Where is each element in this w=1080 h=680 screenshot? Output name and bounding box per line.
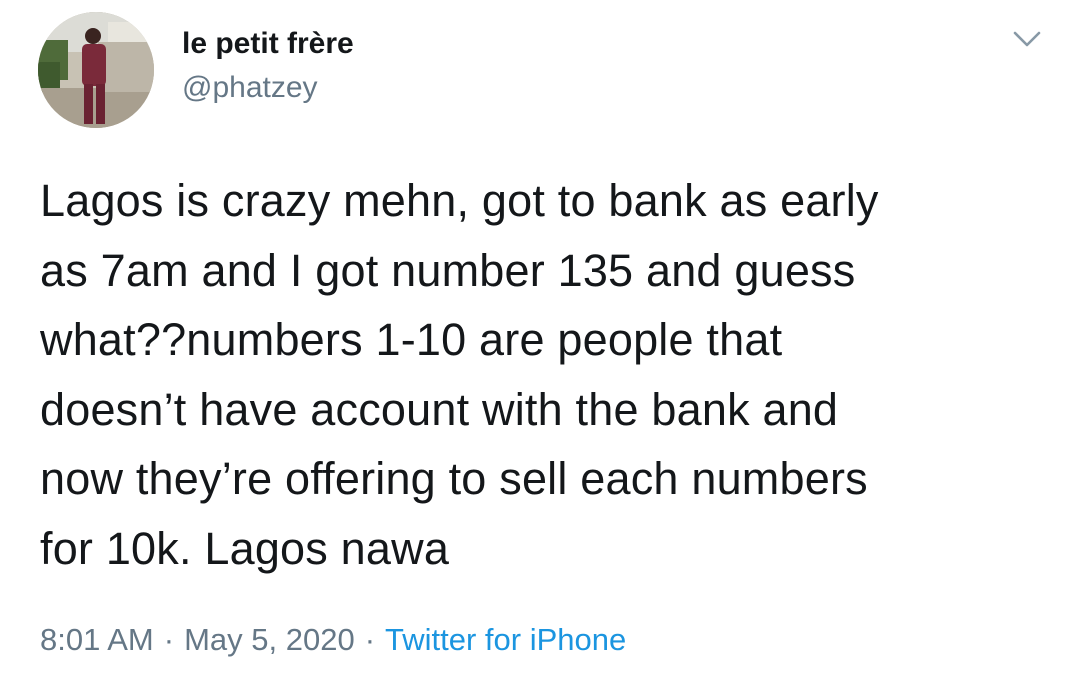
tweet-text-line: for 10k. Lagos nawa bbox=[40, 522, 450, 574]
user-handle[interactable]: @phatzey bbox=[182, 70, 354, 106]
avatar[interactable] bbox=[38, 12, 154, 128]
meta-separator: · bbox=[364, 622, 376, 657]
chevron-down-icon[interactable] bbox=[1012, 28, 1042, 50]
tweet-text-line: as 7am and I got number 135 and guess bbox=[40, 244, 856, 296]
tweet-time[interactable]: 8:01 AM bbox=[40, 622, 154, 657]
tweet-date[interactable]: May 5, 2020 bbox=[184, 622, 355, 657]
avatar-photo-icon bbox=[38, 12, 154, 128]
user-names[interactable]: le petit frère @phatzey bbox=[182, 26, 354, 106]
tweet-text-line: doesn’t have account with the bank and bbox=[40, 383, 839, 435]
tweet-text-line: now they’re offering to sell each number… bbox=[40, 453, 868, 504]
tweet-card: le petit frère @phatzey Lagos is crazy m… bbox=[0, 0, 1080, 680]
tweet-text-line: Lagos is crazy mehn, got to bank as earl… bbox=[40, 175, 879, 226]
tweet-source-link[interactable]: Twitter for iPhone bbox=[385, 622, 626, 657]
tweet-meta: 8:01 AM · May 5, 2020 · Twitter for iPhone bbox=[40, 620, 626, 660]
tweet-text: Lagos is crazy mehn, got to bank as earl… bbox=[40, 166, 1050, 583]
tweet-text-line: what??numbers 1-10 are people that bbox=[40, 314, 783, 365]
meta-separator: · bbox=[163, 622, 175, 657]
display-name[interactable]: le petit frère bbox=[182, 26, 354, 62]
